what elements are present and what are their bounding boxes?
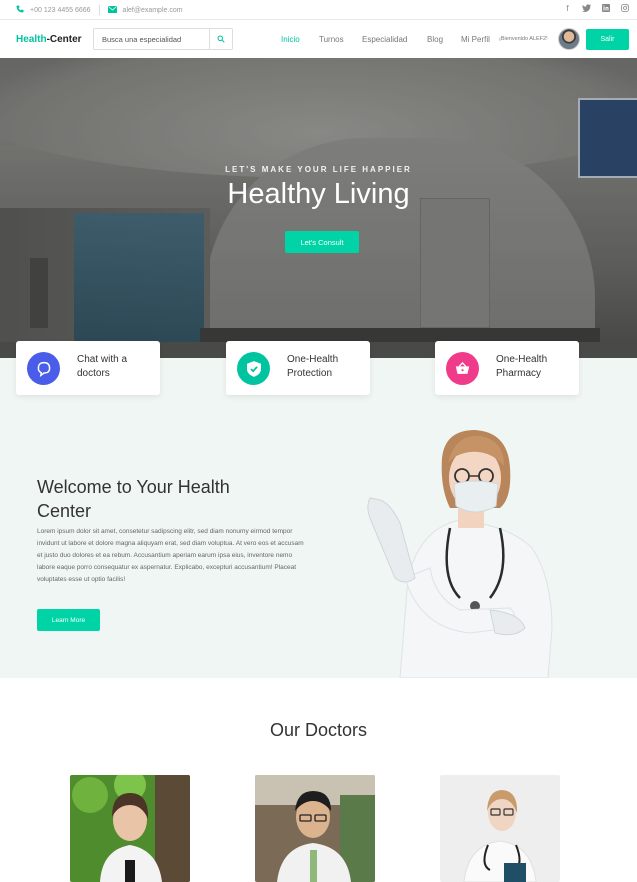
avatar[interactable] [558,28,580,50]
nav-link-inicio[interactable]: Inicio [281,35,300,44]
top-contact-bar: +00 123 4455 6666 alef@example.com f [0,0,637,20]
feature-card-chat[interactable]: Chat with a doctors [16,341,160,395]
search-button[interactable] [209,29,232,49]
feature-card-protection[interactable]: One-Health Protection [226,341,370,395]
phone-number: +00 123 4455 6666 [30,6,91,14]
linkedin-icon[interactable] [601,4,610,13]
logout-button[interactable]: Salir [586,29,629,50]
nav-link-turnos[interactable]: Turnos [319,35,344,44]
main-navbar: Health-Center Inicio Turnos Especialidad… [0,20,637,58]
nav-link-mi-perfil[interactable]: Mi Perfil [461,35,490,44]
feature-label: One-Health Pharmacy [496,354,548,379]
mail-icon [107,5,117,15]
feature-label: One-Health Protection [287,354,339,379]
basket-icon [446,352,479,385]
search-icon [217,30,225,48]
doctor-photo [360,428,560,679]
contact-info: +00 123 4455 6666 alef@example.com [16,5,183,15]
doctor-card-1[interactable] [70,775,190,882]
phone-icon [16,5,24,15]
brand-logo[interactable]: Health-Center [16,34,82,45]
chat-icon [27,352,60,385]
doctor-card-2[interactable] [255,775,375,882]
welcome-user-text: ¡Bienvenido ALEF2! [499,36,548,42]
hero-banner: LET'S MAKE YOUR LIFE HAPPIER Healthy Liv… [0,58,637,358]
email-address[interactable]: alef@example.com [123,7,183,14]
instagram-icon[interactable] [620,4,629,13]
feature-label: Chat with a doctors [77,354,128,379]
hero-kicker: LET'S MAKE YOUR LIFE HAPPIER [225,165,412,174]
search-box [93,28,233,50]
nav-link-blog[interactable]: Blog [427,35,443,44]
social-links: f [563,4,629,13]
welcome-body: Lorem ipsum dolor sit amet, consetetur s… [37,528,304,583]
divider [98,5,100,15]
feature-card-pharmacy[interactable]: One-Health Pharmacy [435,341,579,395]
twitter-icon[interactable] [582,4,591,13]
learn-more-button[interactable]: Learn More [37,609,100,631]
search-input[interactable] [94,29,210,49]
welcome-title: Welcome to Your Health Center [37,477,230,521]
facebook-icon[interactable]: f [563,4,572,13]
nav-link-especialidad[interactable]: Especialidad [362,35,407,44]
hero-title: Healthy Living [227,178,410,210]
consult-button[interactable]: Let's Consult [285,231,359,253]
our-doctors-title: Our Doctors [269,720,368,740]
doctor-card-3[interactable] [440,775,560,882]
shield-check-icon [237,352,270,385]
